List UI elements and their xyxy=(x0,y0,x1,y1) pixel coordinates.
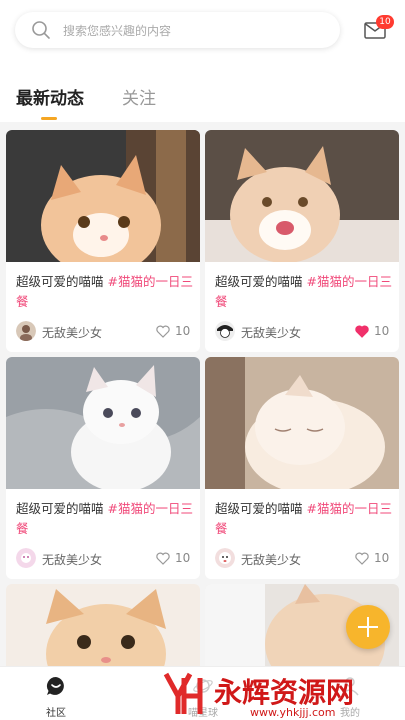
search-icon xyxy=(32,21,50,39)
heart-outline-icon[interactable] xyxy=(156,552,170,565)
like-count: 10 xyxy=(175,324,191,338)
post-title: 超级可爱的喵喵 #猫猫的一日三餐 xyxy=(16,501,193,536)
author-name: 无敌美少女 xyxy=(241,326,302,340)
heart-outline-icon[interactable] xyxy=(156,325,170,338)
post-title: 超级可爱的喵喵 #猫猫的一日三餐 xyxy=(215,274,392,309)
heart-outline-icon[interactable] xyxy=(355,552,369,565)
nav-item-community[interactable]: 社区 xyxy=(26,675,86,719)
watermark-url: www.yhkjjj.com xyxy=(250,706,336,719)
top-bar: 搜索您感兴趣的内容 10 xyxy=(0,0,405,66)
watermark-text: 永辉资源网 xyxy=(214,676,354,709)
add-post-button[interactable] xyxy=(346,605,390,649)
post-card[interactable]: 超级可爱的喵喵 #猫猫的一日三餐 无敌美少女 10 xyxy=(205,130,399,352)
watermark-mark: 永辉资源网 www.yhkjjj.com xyxy=(163,672,354,719)
avatar xyxy=(215,548,235,568)
cat-photo xyxy=(6,130,200,262)
like-count: 10 xyxy=(374,324,390,338)
cat-photo xyxy=(205,357,399,489)
author-name: 无敌美少女 xyxy=(42,326,103,340)
tab-follow[interactable]: 关注 xyxy=(122,84,156,109)
mail-badge: 10 xyxy=(376,15,394,29)
avatar xyxy=(215,321,235,341)
author-name: 无敌美少女 xyxy=(241,553,302,567)
tab-bar: 最新动态 关注 xyxy=(0,66,405,122)
nav-label: 社区 xyxy=(46,708,66,719)
avatar xyxy=(16,548,36,568)
tab-latest[interactable]: 最新动态 xyxy=(16,84,84,109)
search-bar[interactable]: 搜索您感兴趣的内容 xyxy=(15,12,340,48)
post-title: 超级可爱的喵喵 #猫猫的一日三餐 xyxy=(16,274,193,309)
post-card[interactable]: 超级可爱的喵喵 #猫猫的一日三餐 无敌美少女 10 xyxy=(6,357,200,579)
post-card[interactable]: 超级可爱的喵喵 #猫猫的一日三餐 无敌美少女 10 xyxy=(205,357,399,579)
search-placeholder: 搜索您感兴趣的内容 xyxy=(63,23,172,38)
chat-bubble-icon xyxy=(46,677,64,695)
like-count: 10 xyxy=(175,551,191,565)
tab-active-indicator xyxy=(41,117,57,120)
like-count: 10 xyxy=(374,551,390,565)
watermark-logo: 永辉资源网 www.yhkjjj.com xyxy=(160,668,400,720)
post-card[interactable]: 超级可爱的喵喵 #猫猫的一日三餐 无敌美少女 10 xyxy=(6,130,200,352)
post-title: 超级可爱的喵喵 #猫猫的一日三餐 xyxy=(215,501,392,536)
author-name: 无敌美少女 xyxy=(42,553,103,567)
cat-photo xyxy=(6,357,200,489)
heart-filled-icon[interactable] xyxy=(355,325,369,338)
avatar xyxy=(16,321,36,341)
cat-photo xyxy=(205,130,399,262)
